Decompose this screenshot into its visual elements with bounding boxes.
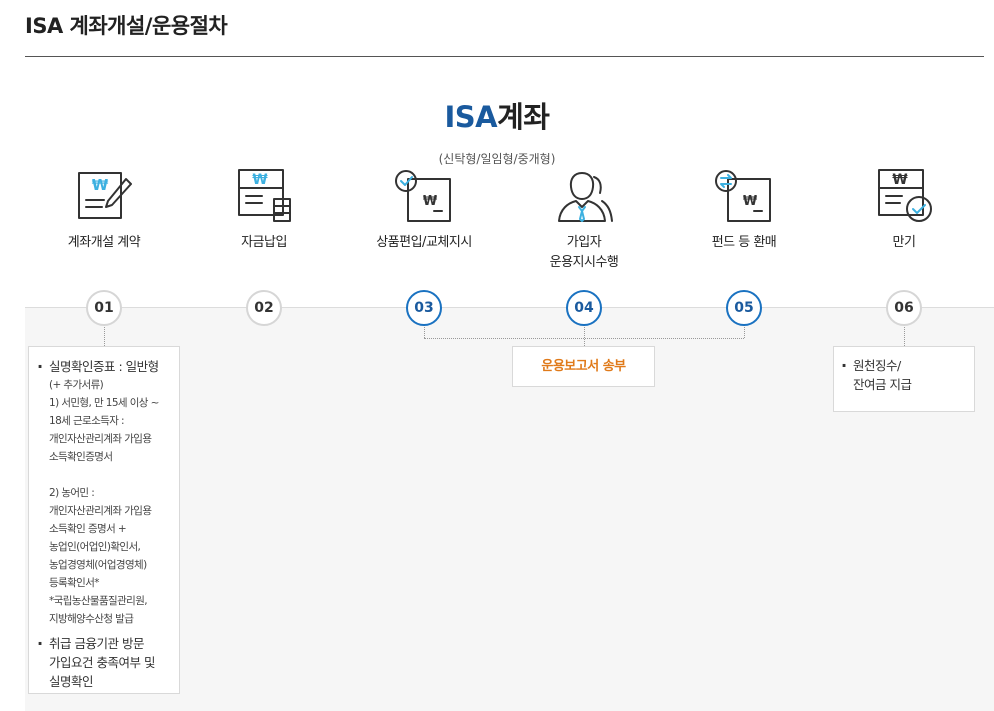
- svg-text:₩: ₩: [892, 172, 908, 188]
- page-title: ISA 계좌개설/운용절차: [25, 14, 228, 38]
- connector-step5: [744, 324, 745, 338]
- step-circle-05: 05: [726, 290, 762, 326]
- list-item: 원천징수/ 잔여금 지급: [841, 356, 968, 394]
- step-circle-01: 01: [86, 290, 122, 326]
- maturity-check-icon: ₩: [878, 169, 932, 222]
- contract-pen-icon: ₩: [78, 172, 132, 219]
- connector-step1-notes: [104, 324, 105, 346]
- additional-documents-text: (+ 추가서류) 1) 서민형, 만 15세 이상 ~ 18세 근로소득자 : …: [49, 379, 159, 625]
- subscriber-people-icon: [558, 172, 613, 222]
- heading-rest: 계좌: [497, 100, 550, 134]
- step-label-02: 자금납입: [241, 235, 287, 250]
- step-label-03: 상품편입/교체지시: [376, 235, 472, 250]
- step6-payout-box: 원천징수/ 잔여금 지급: [833, 346, 975, 412]
- step-circle-04: 04: [566, 290, 602, 326]
- fund-exchange-icon: ₩: [715, 170, 771, 222]
- step-circle-02: 02: [246, 290, 282, 326]
- svg-text:₩: ₩: [423, 194, 438, 209]
- step-label-06: 만기: [892, 235, 916, 250]
- branch-visit-text: 취급 금융기관 방문 가입요건 충족여부 및 실명확인: [49, 636, 155, 689]
- svg-text:₩: ₩: [252, 172, 268, 188]
- list-item: 실명확인증표 : 일반형 (+ 추가서류) 1) 서민형, 만 15세 이상 ~…: [37, 357, 173, 628]
- report-delivery-box: 운용보고서 송부: [512, 346, 655, 387]
- list-item: 취급 금융기관 방문 가입요건 충족여부 및 실명확인: [37, 634, 173, 691]
- step-label-04: 가입자 운용지시수행: [549, 235, 619, 270]
- step-circle-03: 03: [406, 290, 442, 326]
- withholding-payout-text: 원천징수/ 잔여금 지급: [853, 358, 912, 392]
- svg-text:₩: ₩: [743, 194, 758, 209]
- account-types-subheading: (신탁형/일임형/중개형): [438, 152, 556, 166]
- step-label-05: 펀드 등 환매: [711, 235, 777, 250]
- heading-accent: ISA: [444, 100, 498, 134]
- step-label-01: 계좌개설 계약: [67, 235, 141, 250]
- product-check-icon: ₩: [395, 170, 451, 222]
- id-document-heading: 실명확인증표 : 일반형: [49, 359, 159, 374]
- deposit-coins-icon: ₩: [238, 169, 291, 222]
- connector-step6-notes: [904, 324, 905, 346]
- step-circle-06: 06: [886, 290, 922, 326]
- title-divider: [25, 56, 984, 57]
- connector-horizontal: [424, 338, 744, 339]
- isa-account-heading: ISA계좌: [0, 94, 994, 136]
- connector-step3: [424, 324, 425, 338]
- svg-text:₩: ₩: [92, 176, 109, 194]
- step1-requirements-box: 실명확인증표 : 일반형 (+ 추가서류) 1) 서민형, 만 15세 이상 ~…: [28, 346, 180, 694]
- connector-step4-report: [584, 324, 585, 346]
